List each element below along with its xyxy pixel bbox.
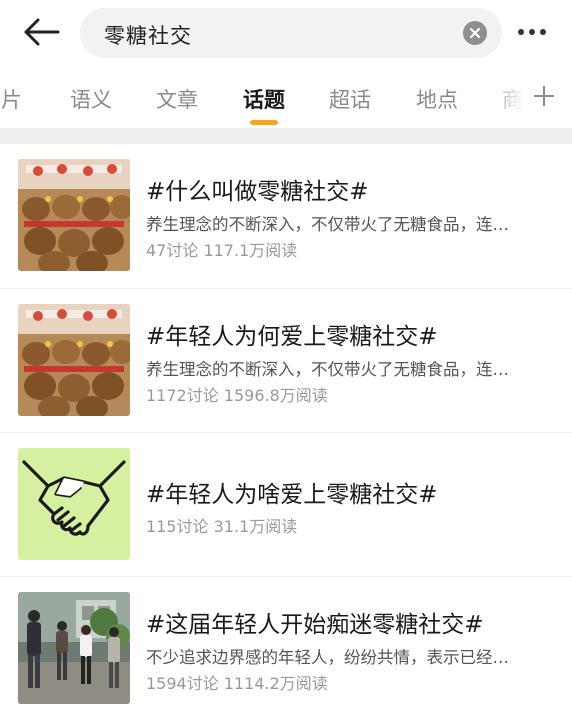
tab-semantic[interactable]: 语义 — [70, 84, 112, 114]
people-greeting-thumbnail — [18, 592, 130, 704]
top-bar: 零糖社交 — [0, 0, 572, 64]
section-separator — [0, 128, 572, 144]
topic-result-item[interactable]: #年轻人为啥爱上零糖社交# 115讨论 31.1万阅读 — [0, 433, 572, 578]
topic-stats: 1594讨论 1114.2万阅读 — [146, 674, 328, 693]
add-tab-icon[interactable] — [532, 84, 556, 108]
tab-topics[interactable]: 话题 — [243, 84, 285, 114]
topic-title: #年轻人为啥爱上零糖社交# — [146, 482, 438, 508]
topic-description: 养生理念的不断深入，不仅带火了无糖食品，连… — [146, 215, 509, 234]
topic-result-item[interactable]: #这届年轻人开始痴迷零糖社交# 不少追求边界感的年轻人，纷纷共情，表示已经… 1… — [0, 577, 572, 722]
topic-result-item[interactable]: #年轻人为何爱上零糖社交# 养生理念的不断深入，不仅带火了无糖食品，连… 117… — [0, 289, 572, 434]
topic-title: #这届年轻人开始痴迷零糖社交# — [146, 612, 484, 638]
topic-stats: 47讨论 117.1万阅读 — [146, 241, 298, 260]
topic-description: 不少追求边界感的年轻人，纷纷共情，表示已经… — [146, 648, 509, 667]
tab-super-topics[interactable]: 超话 — [329, 84, 371, 114]
active-tab-indicator — [250, 120, 278, 125]
back-arrow-icon[interactable] — [22, 14, 62, 50]
topic-result-item[interactable]: #什么叫做零糖社交# 养生理念的不断深入，不仅带火了无糖食品，连… 47讨论 1… — [0, 144, 572, 289]
topic-stats: 115讨论 31.1万阅读 — [146, 517, 298, 536]
handshake-icon — [18, 448, 130, 560]
topic-title: #年轻人为何爱上零糖社交# — [146, 324, 438, 350]
topic-description: 养生理念的不断深入，不仅带火了无糖食品，连… — [146, 360, 509, 379]
capybara-plush-thumbnail — [18, 304, 130, 416]
search-input[interactable]: 零糖社交 — [80, 8, 502, 58]
tab-places[interactable]: 地点 — [416, 84, 458, 114]
category-tabs: 图片 语义 文章 话题 超话 地点 商 — [0, 72, 572, 128]
clear-search-icon[interactable] — [463, 21, 487, 45]
tab-articles[interactable]: 文章 — [156, 84, 198, 114]
tabs-fade-overlay — [485, 72, 572, 128]
search-query-text: 零糖社交 — [104, 24, 192, 48]
topic-title: #什么叫做零糖社交# — [146, 179, 369, 205]
tab-images[interactable]: 图片 — [0, 84, 22, 114]
topic-stats: 1172讨论 1596.8万阅读 — [146, 386, 328, 405]
more-options-icon[interactable] — [518, 22, 554, 42]
capybara-plush-thumbnail — [18, 159, 130, 271]
